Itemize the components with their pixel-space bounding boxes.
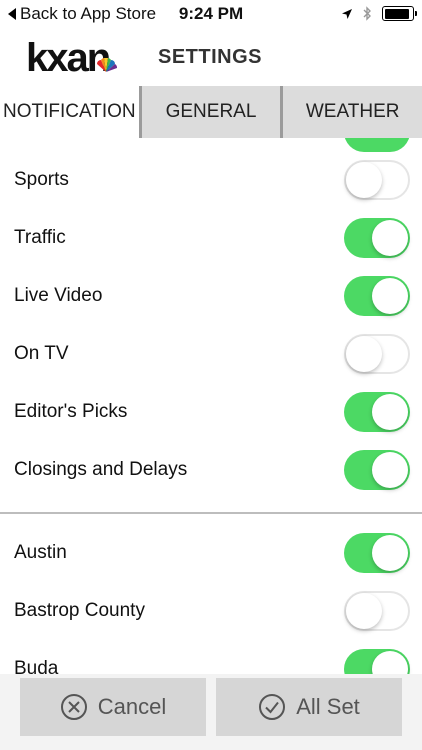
editors-picks-toggle[interactable] — [344, 392, 410, 432]
bluetooth-icon — [363, 6, 371, 21]
list-item-label: Editor's Picks — [14, 401, 128, 422]
list-item-austin: Austin — [0, 524, 422, 582]
list-item-live-video: Live Video — [0, 267, 422, 325]
closings-and-delays-toggle[interactable] — [344, 450, 410, 490]
nbc-peacock-icon — [97, 58, 118, 72]
page-title: SETTINGS — [158, 46, 263, 68]
list-item-on-tv: On TV — [0, 325, 422, 383]
list-item-sports: Sports — [0, 151, 422, 209]
tab-notification[interactable]: NOTIFICATION — [0, 86, 142, 138]
list-item-label: Bastrop County — [14, 600, 145, 621]
tab-weather[interactable]: WEATHER — [283, 86, 422, 138]
location-arrow-icon — [342, 8, 352, 19]
on-tv-toggle[interactable] — [344, 334, 410, 374]
toggle-knob — [372, 220, 408, 256]
toggle-knob — [372, 394, 408, 430]
toggle-knob — [346, 162, 382, 198]
cancel-circle-x-icon — [60, 694, 87, 720]
cancel-label: Cancel — [97, 694, 167, 719]
settings-tabs: NOTIFICATION GENERAL WEATHER — [0, 86, 422, 138]
all-set-label: All Set — [296, 694, 360, 719]
app-header: kxan SETTINGS — [0, 30, 422, 85]
list-item-label: Live Video — [14, 285, 103, 306]
partially-hidden-toggle[interactable] — [344, 138, 410, 152]
list-item-label: Closings and Delays — [14, 459, 188, 480]
list-item-label: On TV — [14, 343, 69, 364]
all-set-button[interactable]: All Set — [216, 678, 402, 736]
battery-icon — [382, 6, 417, 21]
sports-toggle[interactable] — [344, 160, 410, 200]
list-item-closings-and-delays: Closings and Delays — [0, 441, 422, 499]
list-item-editors-picks: Editor's Picks — [0, 383, 422, 441]
notification-list[interactable]: Sports Traffic Live Video On TV Editor's… — [0, 138, 422, 674]
footer-bar: Cancel All Set — [0, 674, 422, 750]
toggle-knob — [346, 593, 382, 629]
kxan-logo: kxan — [26, 38, 118, 78]
checkmark-circle-icon — [259, 694, 286, 720]
list-item-traffic: Traffic — [0, 209, 422, 267]
traffic-toggle[interactable] — [344, 218, 410, 258]
status-bar: Back to App Store 9:24 PM — [0, 0, 422, 30]
tab-general[interactable]: GENERAL — [142, 86, 284, 138]
austin-toggle[interactable] — [344, 533, 410, 573]
bastrop-county-toggle[interactable] — [344, 591, 410, 631]
buda-toggle[interactable] — [344, 649, 410, 674]
list-item-bastrop-county: Bastrop County — [0, 582, 422, 640]
list-item-label: Sports — [14, 169, 69, 190]
live-video-toggle[interactable] — [344, 276, 410, 316]
cancel-button[interactable]: Cancel — [20, 678, 206, 736]
toggle-knob — [372, 452, 408, 488]
list-item-label: Traffic — [14, 227, 66, 248]
toggle-knob — [372, 651, 408, 674]
list-item-label: Austin — [14, 542, 67, 563]
toggle-knob — [372, 535, 408, 571]
list-item-label: Buda — [14, 658, 59, 674]
section-divider — [0, 512, 422, 514]
toggle-knob — [346, 336, 382, 372]
toggle-knob — [372, 278, 408, 314]
list-item-buda: Buda — [0, 640, 422, 674]
